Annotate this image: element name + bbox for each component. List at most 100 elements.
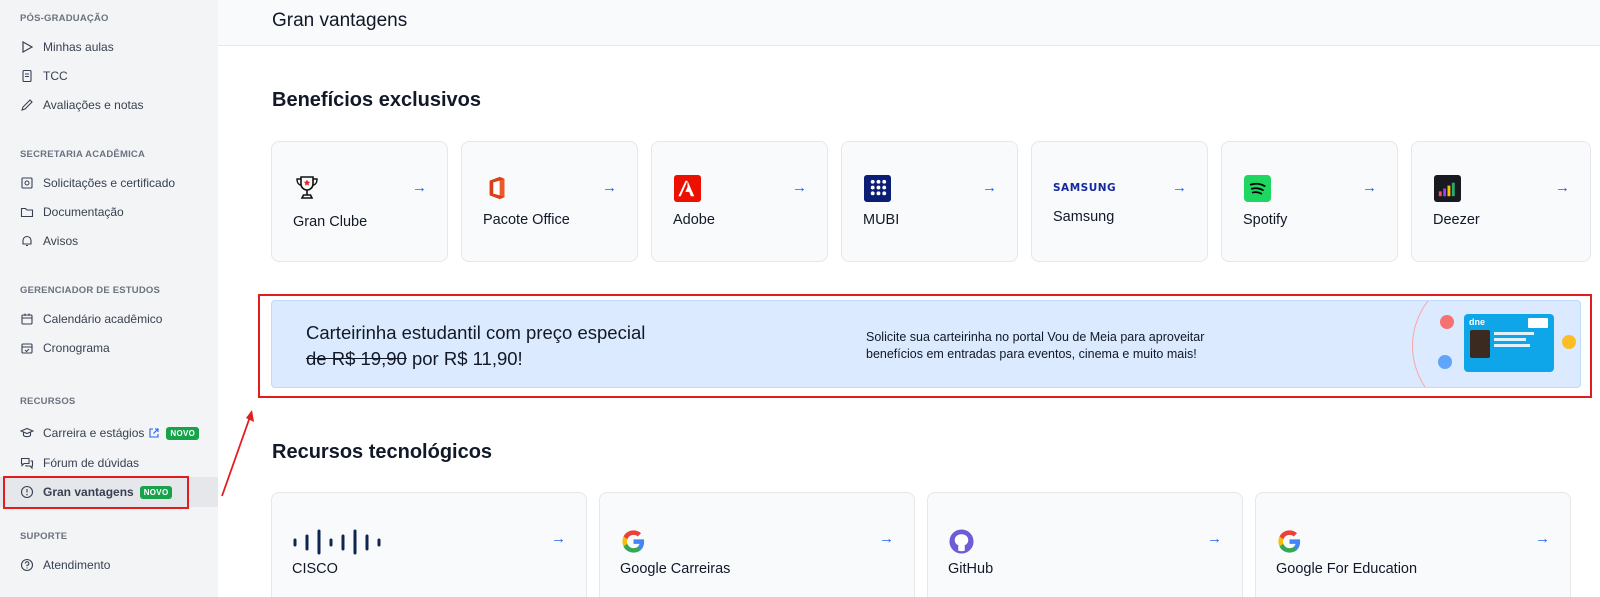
decorative-dot (1440, 315, 1454, 329)
annotation-arrow (221, 410, 254, 497)
page-title: Gran vantagens (272, 10, 408, 31)
section-title-secretaria: SECRETARIA ACADÊMICA (20, 149, 146, 160)
card-label: GitHub (948, 561, 994, 577)
sidebar-item-minhas-aulas[interactable]: Minhas aulas (0, 32, 218, 62)
chat-bubbles-icon (20, 456, 34, 470)
arrow-right-icon: → (1207, 530, 1222, 547)
play-icon (20, 40, 34, 54)
sidebar-item-label: Avisos (43, 234, 79, 248)
card-label: Spotify (1243, 212, 1288, 228)
github-icon (948, 527, 975, 555)
card-label: Gran Clube (293, 214, 368, 230)
google-icon (620, 527, 647, 555)
sidebar-item-label: Avaliações e notas (43, 98, 144, 112)
benefit-card-adobe[interactable]: → Adobe (651, 141, 828, 262)
sidebar-item-label: Fórum de dúvidas (43, 456, 140, 470)
schedule-icon (20, 341, 34, 355)
student-id-card-image: dne (1464, 314, 1554, 372)
arrow-right-icon: → (602, 179, 617, 196)
sidebar-item-cronograma[interactable]: Cronograma (0, 333, 218, 363)
arrow-right-icon: → (1362, 179, 1377, 196)
sidebar-item-label: Atendimento (43, 558, 111, 572)
sidebar-item-documentacao[interactable]: Documentação (0, 197, 218, 227)
arrow-right-icon: → (879, 530, 894, 547)
banner-title: Carteirinha estudantil com preço especia… (306, 322, 646, 343)
sidebar-item-solicitacoes[interactable]: Solicitações e certificado (0, 168, 218, 198)
sidebar-item-carreira[interactable]: Carreira e estágios NOVO (0, 418, 218, 448)
student-card-banner[interactable]: Carteirinha estudantil com preço especia… (271, 300, 1581, 388)
google-icon (1276, 527, 1303, 555)
card-label: Samsung (1053, 209, 1115, 225)
tech-card-google-carreiras[interactable]: → Google Carreiras (599, 492, 915, 597)
sidebar-item-avaliacoes[interactable]: Avaliações e notas (0, 90, 218, 120)
arrow-right-icon: → (1172, 179, 1187, 196)
mubi-icon (863, 174, 891, 202)
document-icon (20, 69, 34, 83)
deezer-icon (1433, 174, 1461, 202)
sidebar-item-avisos[interactable]: Avisos (0, 226, 218, 256)
sidebar-item-label: Carreira e estágios (43, 426, 145, 440)
section-title-pos-graduacao: PÓS-GRADUAÇÃO (20, 13, 109, 24)
sidebar-item-forum[interactable]: Fórum de dúvidas (0, 448, 218, 478)
benefit-card-gran-clube[interactable]: → Gran Clube (271, 141, 448, 262)
bell-icon (20, 234, 34, 248)
section-title-recursos: RECURSOS (20, 396, 76, 407)
graduation-cap-icon (20, 426, 34, 440)
benefit-card-office[interactable]: → Pacote Office (461, 141, 638, 262)
arrow-right-icon: → (982, 179, 997, 196)
arrow-right-icon: → (551, 530, 566, 547)
certificate-icon (20, 176, 34, 190)
sidebar-item-label: Minhas aulas (43, 40, 114, 54)
tech-heading: Recursos tecnológicos (272, 441, 493, 463)
arrow-right-icon: → (1555, 179, 1570, 196)
highlight-annotation-sidebar (3, 476, 189, 509)
sidebar-item-label: Solicitações e certificado (43, 176, 176, 190)
arrow-right-icon: → (1535, 530, 1550, 547)
sidebar-item-label: Calendário acadêmico (43, 312, 163, 326)
card-label: MUBI (863, 212, 900, 228)
benefit-card-mubi[interactable]: → MUBI (841, 141, 1018, 262)
sidebar-item-tcc[interactable]: TCC (0, 61, 218, 91)
section-title-suporte: SUPORTE (20, 531, 68, 542)
arrow-right-icon: → (412, 179, 427, 196)
new-price: por R$ 11,90! (406, 348, 523, 369)
old-price: de R$ 19,90 (306, 348, 407, 369)
spotify-icon (1243, 174, 1271, 202)
card-label: Pacote Office (483, 212, 570, 228)
card-label: CISCO (292, 561, 338, 577)
benefit-card-spotify[interactable]: → Spotify (1221, 141, 1398, 262)
folder-icon (20, 205, 34, 219)
decorative-dot (1438, 355, 1452, 369)
benefit-card-samsung[interactable]: SAMSUNG → Samsung (1031, 141, 1208, 262)
adobe-icon (673, 174, 701, 202)
benefit-card-deezer[interactable]: → Deezer (1411, 141, 1591, 262)
external-link-icon (148, 427, 160, 439)
sidebar-item-calendario[interactable]: Calendário acadêmico (0, 304, 218, 334)
benefits-heading: Benefícios exclusivos (272, 89, 481, 111)
tech-card-cisco[interactable]: → CISCO (271, 492, 587, 597)
cisco-icon (292, 527, 392, 555)
page-header (218, 0, 1600, 46)
calendar-icon (20, 312, 34, 326)
sidebar-item-label: Cronograma (43, 341, 110, 355)
section-title-gerenciador: GERENCIADOR DE ESTUDOS (20, 285, 161, 296)
pencil-icon (20, 98, 34, 112)
card-label: Deezer (1433, 212, 1480, 228)
arrow-right-icon: → (792, 179, 807, 196)
banner-description: Solicite sua carteirinha no portal Vou d… (866, 330, 1205, 361)
sidebar-item-label: TCC (43, 69, 68, 83)
tech-card-github[interactable]: → GitHub (927, 492, 1243, 597)
sidebar-item-atendimento[interactable]: Atendimento (0, 550, 218, 580)
card-label: Google Carreiras (620, 561, 731, 577)
tech-card-google-education[interactable]: → Google For Education (1255, 492, 1571, 597)
trophy-icon (293, 174, 321, 202)
sidebar-item-label: Documentação (43, 205, 124, 219)
decorative-dot (1562, 335, 1576, 349)
new-badge: NOVO (166, 426, 200, 440)
card-label: Google For Education (1276, 561, 1418, 577)
samsung-logo: SAMSUNG (1053, 182, 1117, 194)
office-icon (483, 174, 511, 202)
card-label: Adobe (673, 212, 715, 228)
help-circle-icon (20, 558, 34, 572)
banner-price: de R$ 19,90 por R$ 11,90! (306, 348, 523, 370)
